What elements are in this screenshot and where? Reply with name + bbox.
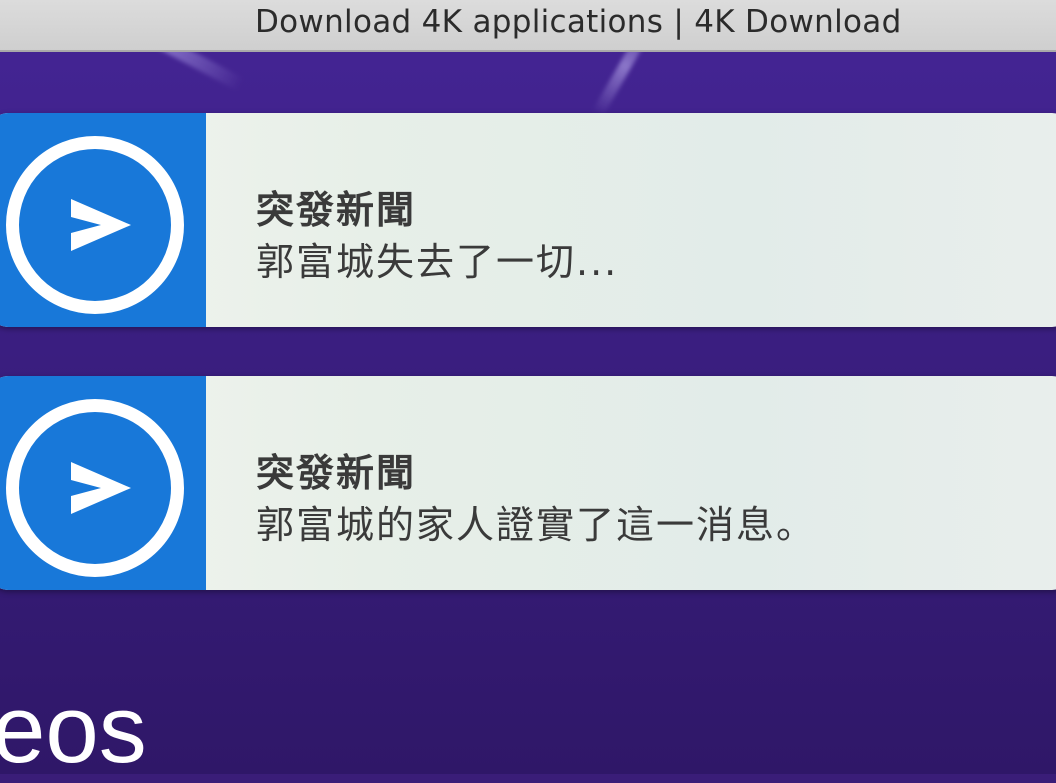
notification-body: 郭富城的家人證實了這一消息。 — [256, 503, 817, 547]
window-title: Download 4K applications | 4K Download — [255, 4, 902, 40]
vimeo-v-icon — [6, 136, 184, 314]
browser-title-bar[interactable]: Download 4K applications | 4K Download — [0, 0, 1056, 52]
notification-banner[interactable]: 突發新聞 郭富城的家人證實了這一消息。 — [0, 376, 1056, 590]
notification-title: 突發新聞 — [256, 451, 417, 495]
vimeo-v-icon — [6, 399, 184, 577]
notification-body: 郭富城失去了一切... — [256, 240, 619, 284]
app-icon-panel — [0, 113, 206, 327]
notification-title: 突發新聞 — [256, 188, 417, 232]
app-icon-panel — [0, 376, 206, 590]
notification-banner[interactable]: 突發新聞 郭富城失去了一切... — [0, 113, 1056, 327]
page-heading-fragment: eos — [0, 676, 147, 783]
